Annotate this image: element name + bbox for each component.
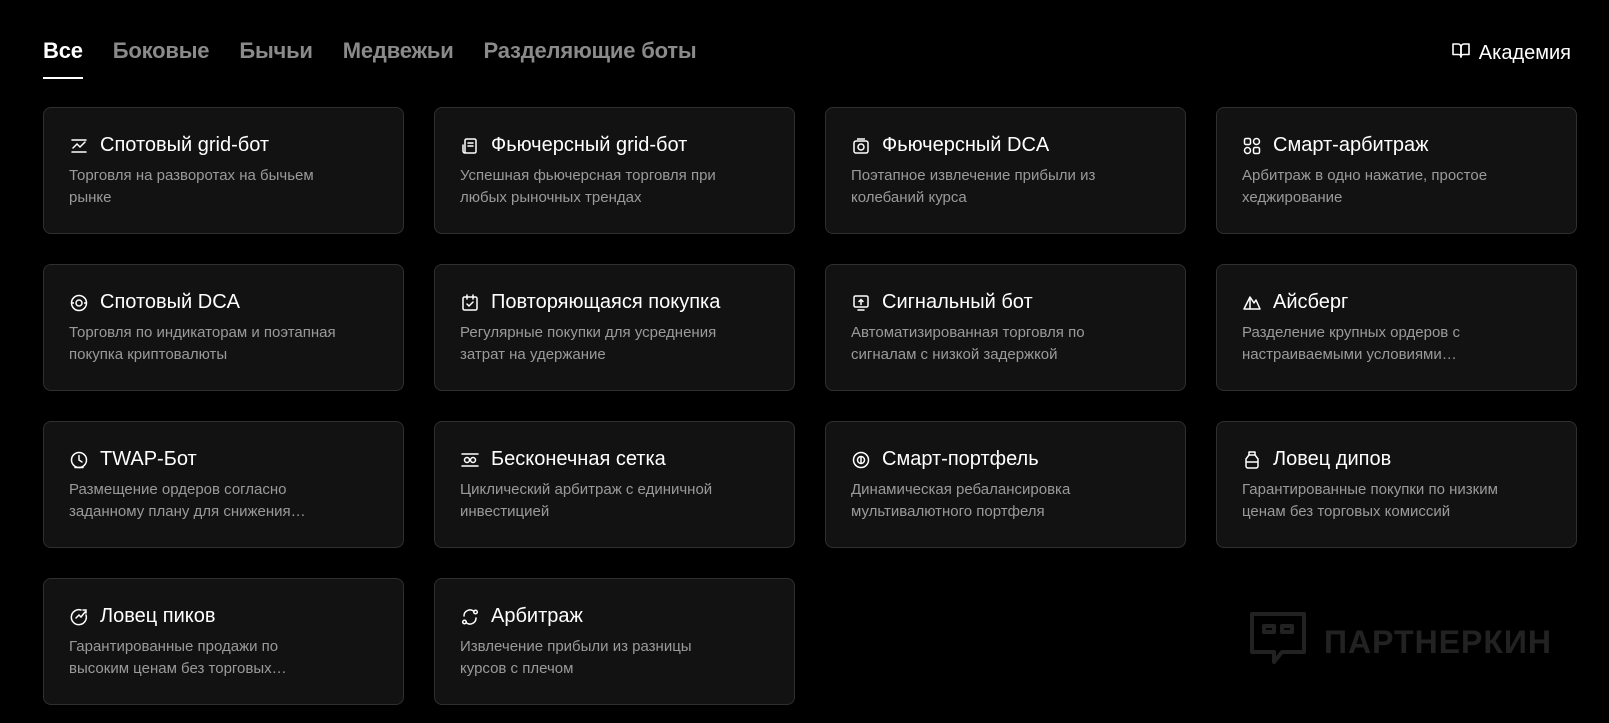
- calendar-check-icon: [460, 293, 480, 313]
- card-title: Фьючерсный grid-бот: [491, 134, 688, 156]
- bot-card-infinite-grid[interactable]: Бесконечная сетка Циклический арбитраж с…: [434, 421, 795, 548]
- card-description: Торговля на разворотах на бычьем рынке: [69, 167, 314, 206]
- arbitrage-nodes-icon: [1242, 136, 1262, 156]
- bot-card-futures-dca[interactable]: Фьючерсный DCA Поэтапное извлечение приб…: [825, 107, 1186, 234]
- card-description: Извлечение прибыли из разницы курсов с п…: [460, 638, 692, 677]
- document-icon: [460, 136, 480, 156]
- card-title: Ловец пиков: [100, 605, 216, 627]
- bot-category-tabs: Все Боковые Бычьи Медвежьи Разделяющие б…: [43, 38, 697, 79]
- tab-splitting-bots[interactable]: Разделяющие боты: [484, 38, 697, 79]
- clock-icon: [69, 450, 89, 470]
- card-description: Циклический арбитраж с единичной инвести…: [460, 481, 713, 520]
- card-description: Гарантированные продажи по высоким ценам…: [69, 638, 279, 677]
- card-title: Сигнальный бот: [882, 291, 1033, 313]
- bot-card-twap-bot[interactable]: TWAP-Бот Размещение ордеров согласно зад…: [43, 421, 404, 548]
- card-title: Повторяющаяся покупка: [491, 291, 721, 313]
- card-description: Автоматизированная торговля по сигналам …: [851, 324, 1085, 363]
- card-title: TWAP-Бот: [100, 448, 197, 470]
- card-description: Торговля по индикаторам и поэтапная поку…: [69, 324, 336, 363]
- card-title: Спотовый DCA: [100, 291, 240, 313]
- watermark-text: ПАРТНЕРКИН: [1324, 623, 1553, 660]
- card-description: Гарантированные покупки по низким ценам …: [1242, 481, 1498, 520]
- watermark-logo-icon: [1246, 606, 1310, 678]
- peak-gauge-icon: [69, 607, 89, 627]
- bot-card-recurring-buy[interactable]: Повторяющаяся покупка Регулярные покупки…: [434, 264, 795, 391]
- tab-bearish[interactable]: Медвежьи: [343, 38, 454, 79]
- tab-sideways[interactable]: Боковые: [113, 38, 210, 79]
- bot-card-peak-catcher[interactable]: Ловец пиков Гарантированные продажи по в…: [43, 578, 404, 705]
- card-title: Ловец дипов: [1273, 448, 1392, 470]
- academy-link[interactable]: Академия: [1451, 40, 1571, 66]
- academy-label: Академия: [1478, 41, 1571, 64]
- bot-card-smart-arbitrage[interactable]: Смарт-арбитраж Арбитраж в одно нажатие, …: [1216, 107, 1577, 234]
- bot-card-dip-catcher[interactable]: Ловец дипов Гарантированные покупки по н…: [1216, 421, 1577, 548]
- card-title: Спотовый grid-бот: [100, 134, 270, 156]
- tab-all[interactable]: Все: [43, 38, 83, 79]
- card-title: Фьючерсный DCA: [882, 134, 1050, 156]
- card-title: Айсберг: [1273, 291, 1349, 313]
- card-description: Успешная фьючерсная торговля при любых р…: [460, 167, 716, 206]
- bot-card-spot-grid[interactable]: Спотовый grid-бот Торговля на разворотах…: [43, 107, 404, 234]
- bot-card-iceberg[interactable]: Айсберг Разделение крупных ордеров с нас…: [1216, 264, 1577, 391]
- signal-screen-icon: [851, 293, 871, 313]
- chart-grid-icon: [69, 136, 89, 156]
- card-description: Размещение ордеров согласно заданному пл…: [69, 481, 291, 520]
- tab-bullish[interactable]: Бычьи: [239, 38, 313, 79]
- infinite-grid-icon: [460, 450, 480, 470]
- bot-card-arbitrage[interactable]: Арбитраж Извлечение прибыли из разницы к…: [434, 578, 795, 705]
- bot-card-signal-bot[interactable]: Сигнальный бот Автоматизированная торгов…: [825, 264, 1186, 391]
- card-description: Поэтапное извлечение прибыли из колебани…: [851, 167, 1096, 206]
- bot-card-spot-dca[interactable]: Спотовый DCA Торговля по индикаторам и п…: [43, 264, 404, 391]
- card-description: Разделение крупных ордеров с настраиваем…: [1242, 324, 1460, 363]
- card-title: Смарт-портфель: [882, 448, 1039, 470]
- cycle-icon: [460, 607, 480, 627]
- bot-card-futures-grid[interactable]: Фьючерсный grid-бот Успешная фьючерсная …: [434, 107, 795, 234]
- jar-icon: [1242, 450, 1262, 470]
- card-title: Арбитраж: [491, 605, 583, 627]
- card-description: Динамическая ребалансировка мультивалютн…: [851, 481, 1071, 520]
- card-description: Регулярные покупки для усреднения затрат…: [460, 324, 717, 363]
- watermark: ПАРТНЕРКИН: [1246, 606, 1552, 678]
- portfolio-coin-icon: [851, 450, 871, 470]
- card-title: Смарт-арбитраж: [1273, 134, 1429, 156]
- book-icon: [1451, 40, 1471, 66]
- card-title: Бесконечная сетка: [491, 448, 666, 470]
- iceberg-icon: [1242, 293, 1262, 313]
- target-coin-icon: [69, 293, 89, 313]
- coin-stack-icon: [851, 136, 871, 156]
- card-description: Арбитраж в одно нажатие, простое хеджиро…: [1242, 167, 1488, 206]
- bot-card-smart-portfolio[interactable]: Смарт-портфель Динамическая ребалансиров…: [825, 421, 1186, 548]
